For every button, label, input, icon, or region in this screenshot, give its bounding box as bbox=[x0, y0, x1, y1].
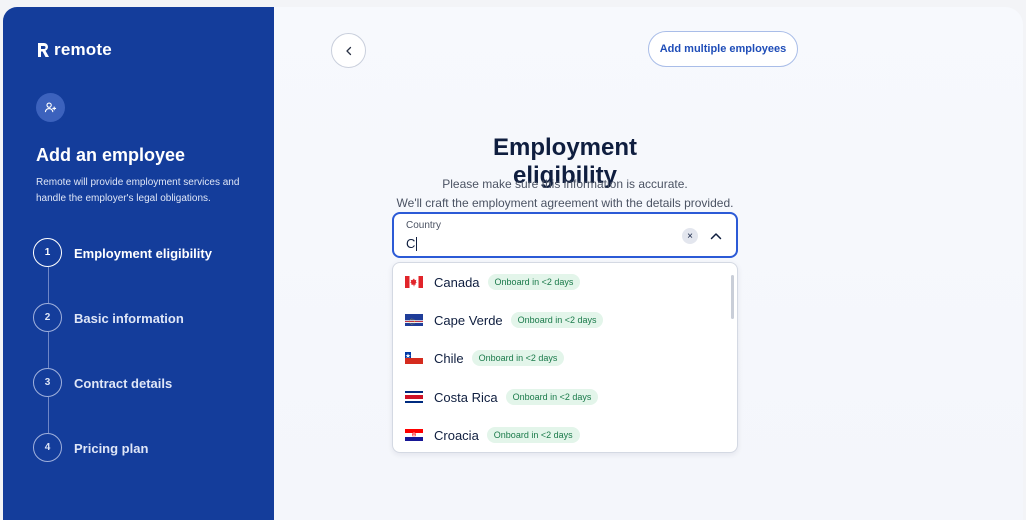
chevron-left-icon bbox=[345, 46, 351, 55]
clear-icon[interactable]: × bbox=[682, 228, 698, 244]
country-name: Canada bbox=[434, 274, 480, 290]
subtitle-line-1: Please make sure this information is acc… bbox=[442, 177, 688, 191]
country-option-croatia[interactable]: Croacia Onboard in <2 days bbox=[393, 416, 731, 452]
step-basic-information[interactable]: 2 Basic information bbox=[33, 303, 212, 368]
step-connector bbox=[48, 267, 49, 303]
costa-rica-flag-icon bbox=[405, 391, 423, 403]
cape-verde-flag-icon bbox=[405, 314, 423, 326]
country-option-costa-rica[interactable]: Costa Rica Onboard in <2 days bbox=[393, 378, 731, 416]
country-option-cape-verde[interactable]: Cape Verde Onboard in <2 days bbox=[393, 301, 731, 339]
step-number: 2 bbox=[33, 303, 62, 332]
country-option-canada[interactable]: Canada Onboard in <2 days bbox=[393, 263, 731, 301]
remote-logo-icon bbox=[38, 43, 49, 57]
onboard-badge: Onboard in <2 days bbox=[510, 312, 604, 328]
canada-flag-icon bbox=[405, 276, 423, 288]
step-label: Basic information bbox=[74, 311, 184, 326]
step-label: Contract details bbox=[74, 376, 173, 391]
brand-name: remote bbox=[54, 40, 112, 59]
onboard-badge: Onboard in <2 days bbox=[487, 274, 581, 290]
step-number: 1 bbox=[33, 238, 62, 267]
step-list: 1 Employment eligibility 2 Basic informa… bbox=[33, 238, 212, 498]
add-multiple-employees-button[interactable]: Add multiple employees bbox=[648, 31, 798, 67]
dropdown-scrollbar[interactable] bbox=[731, 275, 734, 319]
country-name: Costa Rica bbox=[434, 389, 498, 405]
onboard-badge: Onboard in <2 days bbox=[471, 350, 565, 366]
chevron-up-icon[interactable] bbox=[707, 227, 725, 245]
text-caret bbox=[416, 236, 418, 251]
country-name: Cape Verde bbox=[434, 312, 503, 328]
country-input-value: C bbox=[406, 236, 416, 251]
brand-logo[interactable]: remote bbox=[36, 40, 112, 60]
step-number: 4 bbox=[33, 433, 62, 462]
step-number: 3 bbox=[33, 368, 62, 397]
chile-flag-icon bbox=[405, 352, 423, 364]
page-subtitle: Please make sure this information is acc… bbox=[384, 175, 746, 213]
country-input[interactable]: C bbox=[406, 236, 418, 251]
back-button[interactable] bbox=[331, 33, 366, 68]
add-user-icon-badge bbox=[36, 93, 65, 122]
onboard-badge: Onboard in <2 days bbox=[486, 427, 580, 443]
step-pricing-plan[interactable]: 4 Pricing plan bbox=[33, 433, 212, 498]
croatia-flag-icon bbox=[405, 429, 423, 441]
sidebar-title: Add an employee bbox=[36, 145, 186, 165]
country-options-list[interactable]: Canada Onboard in <2 days Cape Verde Onb… bbox=[392, 262, 738, 453]
country-name: Croacia bbox=[434, 427, 479, 443]
step-connector bbox=[48, 332, 49, 368]
subtitle-line-2: We'll craft the employment agreement wit… bbox=[396, 196, 734, 210]
country-field-label: Country bbox=[406, 220, 442, 231]
country-combobox[interactable]: Country C × bbox=[392, 212, 738, 258]
country-name: Chile bbox=[434, 350, 464, 366]
step-connector bbox=[48, 397, 49, 433]
onboard-badge: Onboard in <2 days bbox=[505, 389, 599, 405]
country-option-chile[interactable]: Chile Onboard in <2 days bbox=[393, 339, 731, 377]
chevron-up-glyph bbox=[710, 233, 722, 240]
main-panel: Add multiple employees Employment eligib… bbox=[274, 7, 1023, 520]
sidebar-description: Remote will provide employment services … bbox=[36, 177, 240, 204]
step-contract-details[interactable]: 3 Contract details bbox=[33, 368, 212, 433]
sidebar: remote Add an employee Remote will provi… bbox=[3, 7, 274, 520]
add-user-icon bbox=[44, 102, 57, 113]
step-employment-eligibility[interactable]: 1 Employment eligibility bbox=[33, 238, 212, 303]
app-frame: remote Add an employee Remote will provi… bbox=[3, 7, 1023, 520]
step-label: Employment eligibility bbox=[74, 246, 212, 261]
step-label: Pricing plan bbox=[74, 441, 149, 456]
